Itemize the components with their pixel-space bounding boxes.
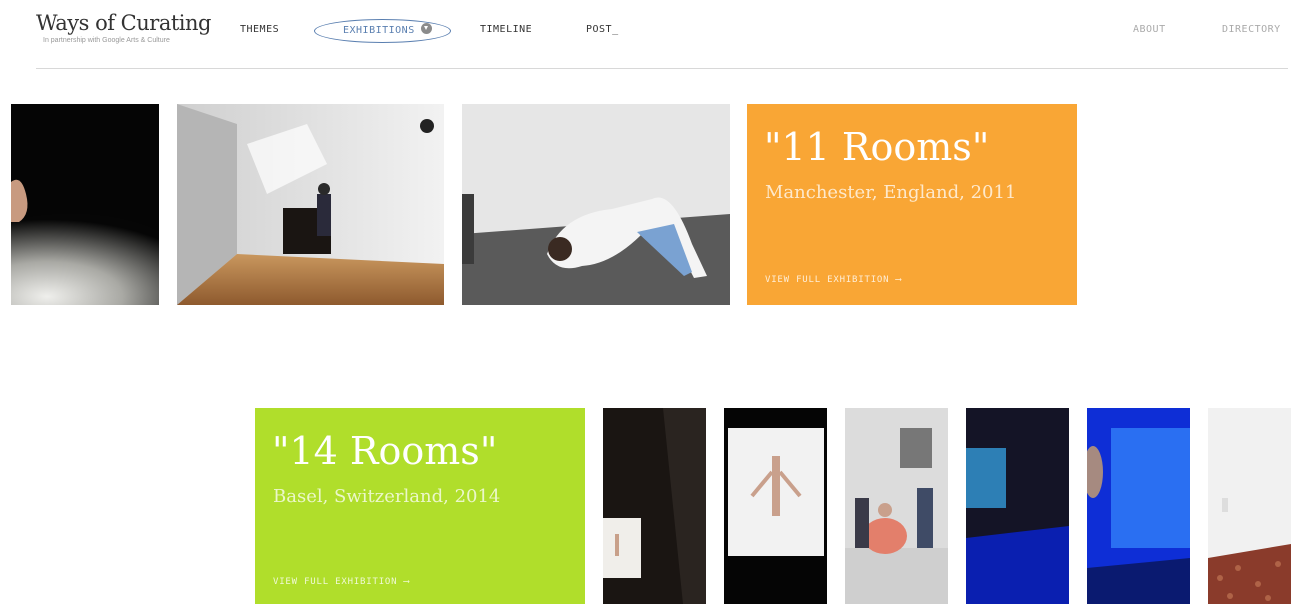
exhibition-location: Basel, Switzerland, 2014 <box>273 486 501 507</box>
photo-performer-bed <box>11 104 159 305</box>
photo-figure-frame <box>724 408 827 604</box>
site-header: Ways of Curating In partnership with Goo… <box>0 0 1291 70</box>
chevron-down-icon[interactable] <box>420 23 432 34</box>
exhibition-photo-projection-room[interactable] <box>603 408 706 604</box>
nav-about[interactable]: ABOUT <box>1133 24 1166 35</box>
photo-blue-portrait <box>1087 408 1190 604</box>
photo-dancer-floor <box>462 104 730 305</box>
exhibition-photo-group-seated[interactable] <box>845 408 948 604</box>
nav-exhibitions-label[interactable]: EXHIBITIONS <box>343 25 415 36</box>
nav-timeline[interactable]: TIMELINE <box>480 24 532 35</box>
exhibition-card-11-rooms[interactable]: "11 Rooms" Manchester, England, 2011 VIE… <box>747 104 1077 305</box>
exhibition-photo-carpet-room[interactable] <box>1208 408 1291 604</box>
photo-carpet-room <box>1208 408 1291 604</box>
logo-title[interactable]: Ways of Curating <box>36 10 211 36</box>
view-full-exhibition-link[interactable]: VIEW FULL EXHIBITION ⟶ <box>273 577 410 587</box>
photo-group-seated <box>845 408 948 604</box>
nav-exhibitions[interactable]: EXHIBITIONS <box>314 19 451 43</box>
logo-subtitle: In partnership with Google Arts & Cultur… <box>43 37 170 44</box>
exhibition-card-14-rooms[interactable]: "14 Rooms" Basel, Switzerland, 2014 VIEW… <box>255 408 585 604</box>
exhibition-photo-piano-room[interactable] <box>177 104 444 305</box>
exhibition-title: "14 Rooms" <box>272 429 498 473</box>
exhibition-photo-blue-room[interactable] <box>966 408 1069 604</box>
exhibition-photo-figure-frame[interactable] <box>724 408 827 604</box>
nav-themes[interactable]: THEMES <box>240 24 279 35</box>
photo-piano-room <box>177 104 444 305</box>
header-divider <box>36 68 1288 69</box>
nav-directory[interactable]: DIRECTORY <box>1222 24 1281 35</box>
exhibition-photo-dancer-floor[interactable] <box>462 104 730 305</box>
exhibition-title: "11 Rooms" <box>764 125 990 169</box>
photo-projection-room <box>603 408 706 604</box>
exhibition-location: Manchester, England, 2011 <box>765 182 1017 203</box>
site-logo[interactable]: Ways of Curating In partnership with Goo… <box>36 10 211 44</box>
exhibition-photo-blue-portrait[interactable] <box>1087 408 1190 604</box>
view-full-exhibition-link[interactable]: VIEW FULL EXHIBITION ⟶ <box>765 275 902 285</box>
nav-post[interactable]: POST_ <box>586 24 619 35</box>
photo-blue-room <box>966 408 1069 604</box>
exhibition-photo-performer-bed[interactable] <box>11 104 159 305</box>
